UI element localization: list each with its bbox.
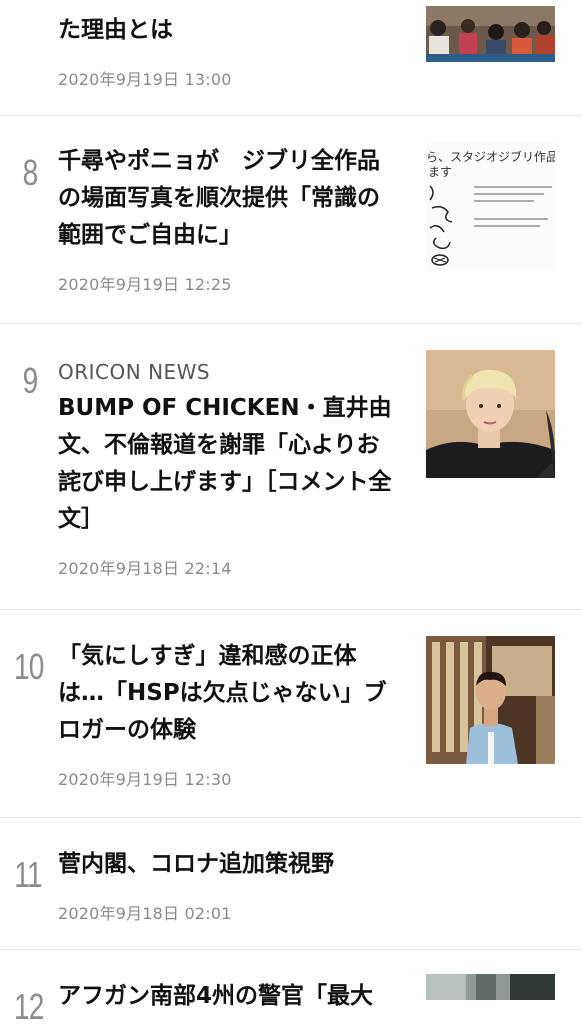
person-photo-icon[interactable] [426, 350, 555, 478]
classroom-photo-icon[interactable] [426, 6, 555, 62]
ranking-item[interactable]: 9 ORICON NEWS BUMP OF CHICKEN・直井由文、不倫報道を… [0, 324, 581, 610]
article-title[interactable]: 「気にしすぎ」違和感の正体は…「HSPは欠点じゃない」ブロガーの体験 [58, 638, 398, 749]
ranking-item[interactable]: 8 千尋やポニョが ジブリ全作品の場面写真を順次提供「常識の範囲でご自由に」 2… [0, 116, 581, 324]
article-date: 2020年9月19日 13:00 [58, 70, 232, 89]
ranking-item[interactable]: 12 アフガン南部4州の警官「最大 [0, 950, 581, 1027]
article-title[interactable]: アフガン南部4州の警官「最大 [58, 978, 398, 1015]
rank-number: 10 [13, 646, 44, 687]
ranking-item[interactable]: た理由とは 2020年9月19日 13:00 [0, 0, 581, 116]
article-body: ORICON NEWS BUMP OF CHICKEN・直井由文、不倫報道を謝罪… [58, 360, 398, 579]
rank-number: 11 [14, 854, 42, 895]
street-photo-icon[interactable] [426, 974, 555, 1000]
article-title[interactable]: 菅内閣、コロナ追加策視野 [58, 846, 548, 883]
rank-number: 12 [13, 986, 44, 1027]
rank-number: 9 [22, 360, 39, 401]
article-date: 2020年9月18日 22:14 [58, 559, 232, 578]
article-body: 菅内閣、コロナ追加策視野 2020年9月18日 02:01 [58, 846, 548, 924]
article-title[interactable]: BUMP OF CHICKEN・直井由文、不倫報道を謝罪「心よりお詫び申し上げま… [58, 390, 398, 538]
ranking-item[interactable]: 11 菅内閣、コロナ追加策視野 2020年9月18日 02:01 [0, 818, 581, 950]
blogger-photo-icon[interactable] [426, 636, 555, 764]
article-body: 千尋やポニョが ジブリ全作品の場面写真を順次提供「常識の範囲でご自由に」 202… [58, 143, 398, 295]
article-date: 2020年9月19日 12:25 [58, 275, 232, 294]
ghibli-notice-icon[interactable]: ら、スタジオジブリ作品の ます [426, 142, 555, 270]
ranking-item[interactable]: 10 「気にしすぎ」違和感の正体は…「HSPは欠点じゃない」ブロガーの体験 20… [0, 610, 581, 818]
article-body: アフガン南部4州の警官「最大 [58, 978, 398, 1015]
article-title[interactable]: た理由とは [58, 12, 408, 49]
rank-number: 8 [22, 152, 39, 193]
article-date: 2020年9月19日 12:30 [58, 770, 232, 789]
article-body: た理由とは 2020年9月19日 13:00 [58, 12, 408, 90]
article-body: 「気にしすぎ」違和感の正体は…「HSPは欠点じゃない」ブロガーの体験 2020年… [58, 638, 398, 790]
article-source: ORICON NEWS [58, 360, 211, 384]
article-date: 2020年9月18日 02:01 [58, 904, 232, 923]
article-title[interactable]: 千尋やポニョが ジブリ全作品の場面写真を順次提供「常識の範囲でご自由に」 [58, 143, 398, 254]
